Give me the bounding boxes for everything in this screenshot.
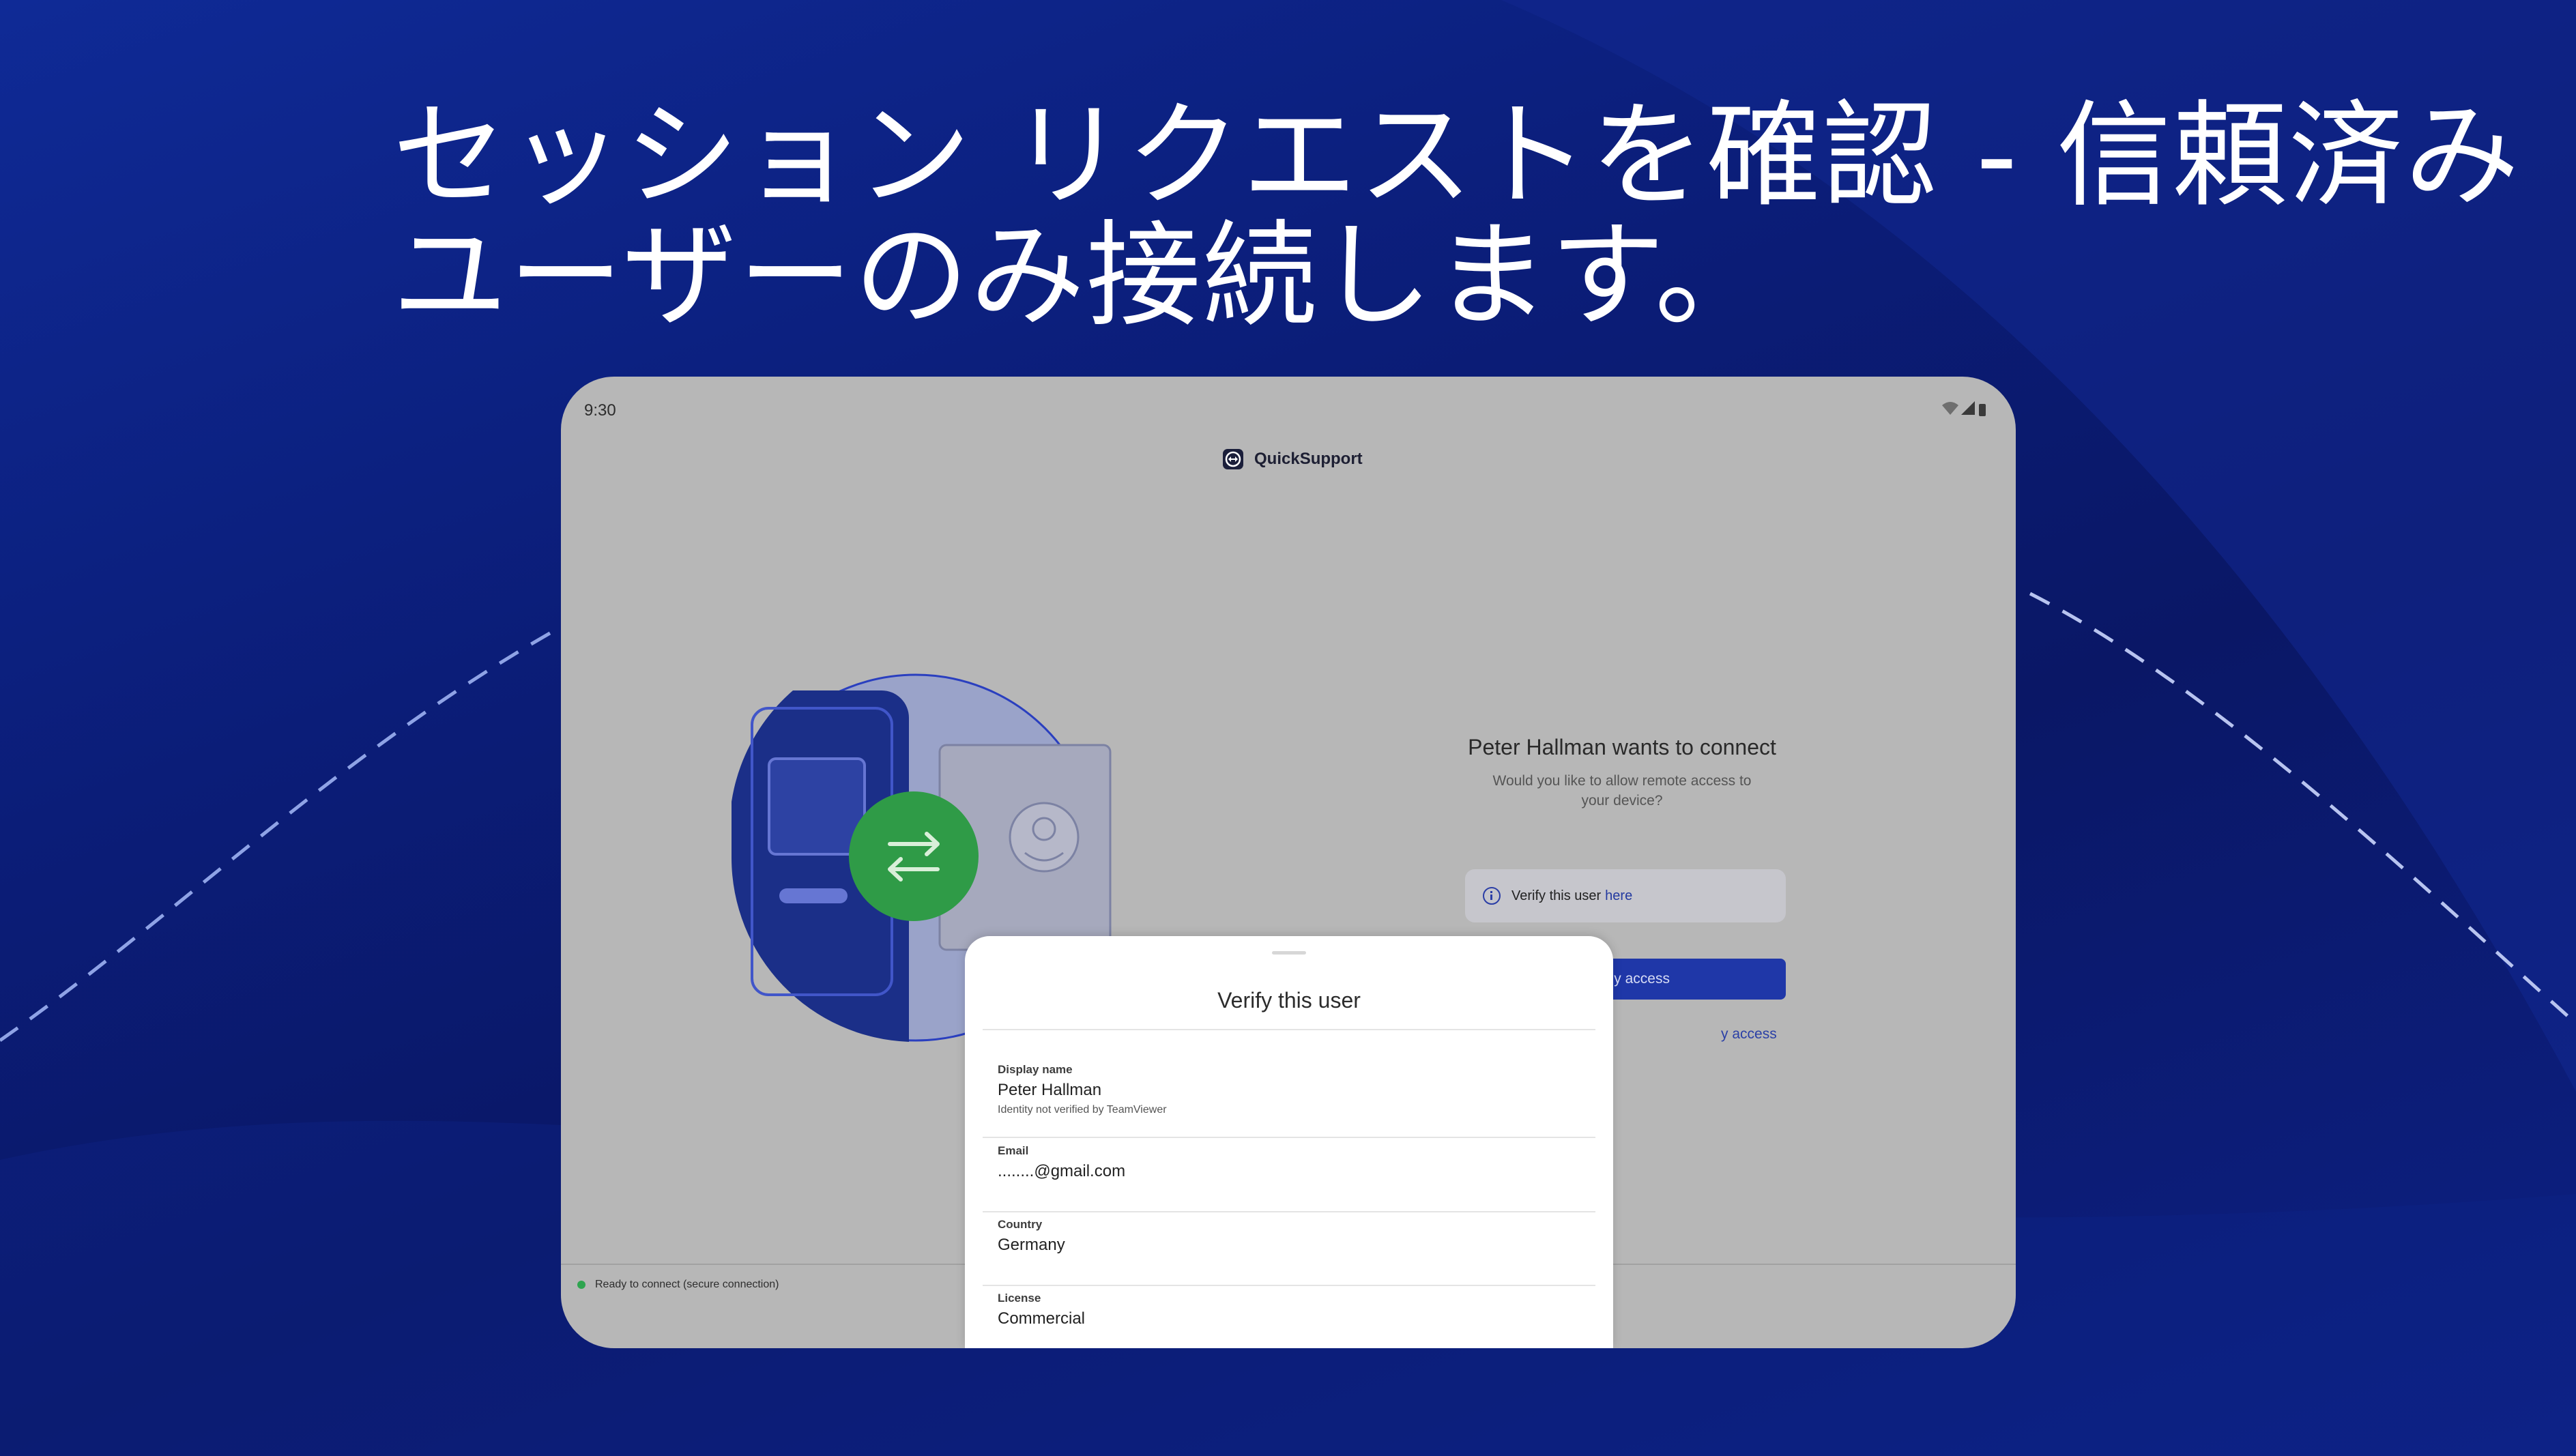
display-name-field: Display name Peter Hallman Identity not … — [998, 1063, 1167, 1116]
sheet-divider — [983, 1029, 1595, 1030]
verify-user-text: Verify this user — [1511, 888, 1602, 903]
status-time: 9:30 — [584, 401, 616, 420]
app-brand: QuickSupport — [1223, 449, 1363, 469]
email-field: Email ........@gmail.com — [998, 1144, 1125, 1181]
signal-icon — [1961, 401, 1975, 415]
teamviewer-logo-icon — [1223, 449, 1243, 469]
sheet-divider — [983, 1285, 1595, 1286]
connect-subtitle: Would you like to allow remote access to… — [1492, 773, 1752, 809]
field-value: Germany — [998, 1236, 1065, 1254]
field-label: Email — [998, 1144, 1029, 1157]
field-label: Country — [998, 1218, 1043, 1231]
verify-user-link[interactable]: here — [1605, 888, 1632, 904]
app-name: QuickSupport — [1254, 450, 1363, 468]
headline: セッション リクエストを確認 - 信頼済み ユーザーのみ接続します。 — [392, 89, 2521, 343]
connect-request-panel: Peter Hallman wants to connect Would you… — [1462, 735, 1782, 811]
wifi-icon — [1942, 402, 1958, 415]
status-bar-icons — [1942, 401, 1986, 416]
verify-user-banner[interactable]: Verify this user here — [1465, 869, 1786, 922]
field-value: ........@gmail.com — [998, 1162, 1126, 1180]
sheet-divider — [983, 1137, 1595, 1138]
license-field: License Commercial — [998, 1292, 1085, 1328]
tablet-screen: 9:30 QuickSupport Peter Hallman wants to… — [561, 377, 2016, 1348]
field-label: License — [998, 1292, 1041, 1305]
swap-arrows-icon — [849, 791, 979, 921]
connection-status: Ready to connect (secure connection) — [577, 1279, 779, 1291]
info-icon — [1483, 887, 1501, 905]
sheet-title: Verify this user — [1217, 988, 1361, 1013]
sheet-drag-handle[interactable] — [1272, 951, 1306, 955]
verify-user-sheet: Verify this user Display name Peter Hall… — [965, 936, 1613, 1348]
connect-title: Peter Hallman wants to connect — [1468, 735, 1776, 759]
field-label: Display name — [998, 1063, 1073, 1076]
battery-icon — [1979, 404, 1986, 416]
connection-status-text: Ready to connect (secure connection) — [595, 1279, 779, 1290]
sheet-divider — [983, 1211, 1595, 1212]
headline-line-1: セッション リクエストを確認 - 信頼済み — [392, 89, 2521, 222]
deny-access-link[interactable]: y access — [1721, 1026, 1777, 1043]
status-dot-icon — [577, 1281, 585, 1289]
headline-line-2: ユーザーのみ接続します。 — [392, 209, 1771, 343]
field-value: Peter Hallman — [998, 1081, 1102, 1099]
field-note: Identity not verified by TeamViewer — [998, 1104, 1167, 1116]
field-value: Commercial — [998, 1309, 1086, 1328]
country-field: Country Germany — [998, 1218, 1065, 1255]
